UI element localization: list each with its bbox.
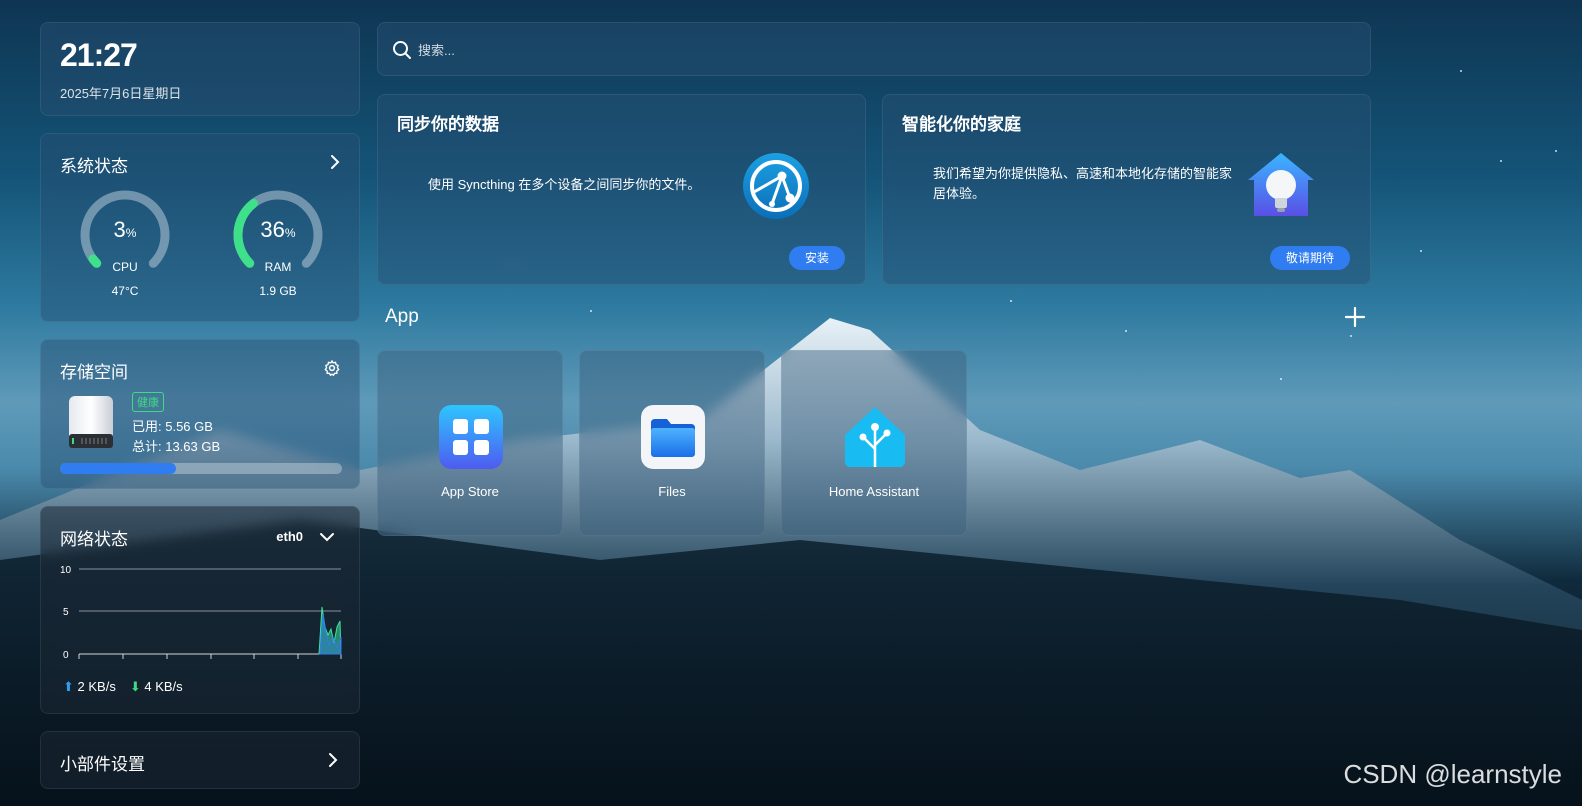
storage-used: 已用: 5.56 GB (132, 419, 213, 434)
install-button[interactable]: 安装 (788, 246, 845, 270)
system-status-widget: 系统状态 3% CPU 47°C 36% RAM 1.9 GB (40, 133, 360, 322)
app-name: App Store (441, 484, 499, 499)
cpu-gauge: 3% CPU 47°C (77, 187, 173, 298)
storage-title: 存储空间 (60, 363, 128, 382)
widget-settings-button[interactable]: 小部件设置 (40, 731, 360, 789)
syncthing-promo-card: 同步你的数据 使用 Syncthing 在多个设备之间同步你的文件。 安装 (377, 94, 866, 285)
folder-icon (641, 405, 705, 469)
plus-icon[interactable] (1344, 306, 1366, 328)
syncthing-icon (743, 153, 809, 219)
app-tile-app-store[interactable]: App Store (377, 350, 563, 536)
ram-label: RAM (264, 260, 292, 274)
y-tick-label: 0 (63, 650, 69, 661)
arrow-up-icon: ⬆ (63, 679, 74, 694)
search-icon (393, 41, 411, 59)
network-speeds: ⬆ 2 KB/s ⬇ 4 KB/s (63, 679, 183, 695)
network-chart: 10 5 0 (60, 565, 342, 661)
gear-icon[interactable] (323, 359, 341, 377)
health-badge: 健康 (132, 392, 164, 412)
app-section-heading: App (385, 306, 419, 327)
ram-gauge: 36% RAM 1.9 GB (230, 187, 326, 298)
storage-widget: 存储空间 健康 已用: 5.56 GB 总计: 13.63 GB (40, 339, 360, 489)
search-input[interactable] (418, 39, 1318, 61)
smart-home-promo-card: 智能化你的家庭 我们希望为你提供隐私、高速和本地化存储的智能家居体验。 敬请期待 (882, 94, 1371, 285)
app-name: Home Assistant (828, 484, 920, 499)
hard-drive-icon (69, 396, 113, 448)
search-bar (377, 22, 1371, 76)
system-status-title: 系统状态 (60, 157, 128, 176)
clock-date: 2025年7月6日星期日 (60, 86, 182, 101)
cpu-temperature: 47°C (111, 284, 139, 298)
widget-settings-title: 小部件设置 (60, 755, 145, 774)
chevron-right-icon[interactable] (325, 752, 341, 768)
promo-title: 同步你的数据 (397, 115, 499, 134)
promo-description: 我们希望为你提供隐私、高速和本地化存储的智能家居体验。 (933, 166, 1233, 201)
promo-description: 使用 Syncthing 在多个设备之间同步你的文件。 (428, 177, 701, 192)
app-tile-home-assistant[interactable]: Home Assistant (781, 350, 967, 536)
chevron-right-icon[interactable] (327, 154, 343, 170)
ram-value: 36% (260, 217, 296, 242)
app-store-icon (439, 405, 503, 469)
network-status-title: 网络状态 (60, 530, 128, 549)
y-tick-label: 10 (60, 565, 72, 576)
watermark: CSDN @learnstyle (1343, 759, 1562, 789)
coming-soon-button[interactable]: 敬请期待 (1269, 246, 1350, 270)
network-status-widget: 网络状态 eth0 10 5 0 ⬆ 2 KB/s ⬇ 4 KB/s (40, 506, 360, 714)
arrow-down-icon: ⬇ (129, 679, 141, 694)
download-speed: ⬇ 4 KB/s (129, 679, 183, 694)
storage-total: 总计: 13.63 GB (132, 439, 221, 454)
clock-time: 21:27 (60, 37, 138, 73)
y-tick-label: 5 (63, 607, 69, 618)
storage-usage-fill (60, 463, 176, 474)
home-assistant-icon (845, 407, 905, 467)
cpu-value: 3% (113, 217, 137, 242)
app-name: Files (658, 484, 686, 499)
clock-widget: 21:27 2025年7月6日星期日 (40, 22, 360, 116)
app-tile-files[interactable]: Files (579, 350, 765, 536)
storage-usage-bar (60, 463, 342, 474)
smart-bulb-icon (1248, 153, 1314, 216)
interface-select[interactable]: eth0 (276, 529, 303, 544)
cpu-label: CPU (112, 260, 138, 274)
ram-used: 1.9 GB (259, 284, 297, 298)
chevron-down-icon[interactable] (319, 529, 335, 545)
promo-title: 智能化你的家庭 (902, 115, 1021, 134)
upload-speed: ⬆ 2 KB/s (63, 679, 116, 694)
